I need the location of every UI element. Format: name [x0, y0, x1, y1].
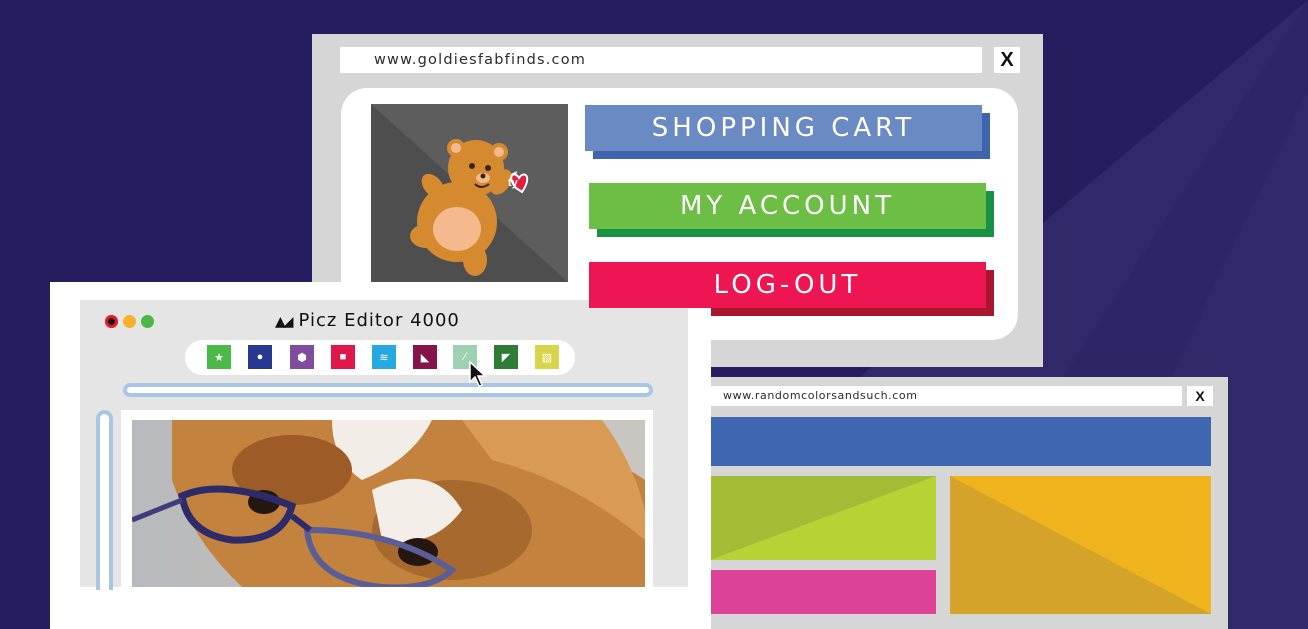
lime-color-block — [710, 476, 936, 560]
my-account-label: MY ACCOUNT — [679, 191, 896, 221]
log-out-label: LOG-OUT — [713, 270, 862, 300]
dog-photo[interactable] — [132, 420, 645, 587]
app-title-text: Picz Editor 4000 — [298, 310, 460, 331]
tool-palette: ★ ● ⬢ ■ ≋ ◣ ⁄ ◤ ▧ — [185, 340, 575, 375]
vertical-scrollbar[interactable] — [96, 410, 113, 590]
shopping-cart-button[interactable]: SHOPPING CART — [585, 105, 990, 159]
pink-color-block — [710, 570, 936, 614]
minimize-dot-icon[interactable] — [123, 315, 136, 328]
circle-tool-icon[interactable]: ● — [248, 345, 272, 369]
my-account-button[interactable]: MY ACCOUNT — [589, 183, 994, 237]
editor-frame: ▲◢ Picz Editor 4000 ★ ● ⬢ ■ ≋ ◣ ⁄ ◤ ▧ — [80, 300, 688, 590]
horizontal-scrollbar[interactable] — [123, 383, 653, 397]
mouse-cursor-icon — [469, 360, 487, 387]
star-tool-icon[interactable]: ★ — [207, 345, 231, 369]
mountain-logo-icon: ▲◢ — [275, 314, 293, 330]
product-image[interactable]: ty — [371, 104, 568, 282]
log-out-button[interactable]: LOG-OUT — [589, 262, 994, 316]
hexagon-tool-icon[interactable]: ⬢ — [290, 345, 314, 369]
shopping-cart-label: SHOPPING CART — [651, 113, 916, 143]
close-button[interactable]: X — [1187, 386, 1213, 406]
yellow-triangle-shade — [950, 476, 1211, 614]
shape-tool-icon[interactable]: ◤ — [494, 345, 518, 369]
close-button[interactable]: X — [994, 47, 1020, 73]
ty-brand-tag: ty — [508, 177, 518, 189]
picz-editor-window: ▲◢ Picz Editor 4000 ★ ● ⬢ ■ ≋ ◣ ⁄ ◤ ▧ — [50, 282, 711, 629]
dog-with-glasses-image — [132, 420, 645, 587]
lime-triangle-shade — [710, 476, 936, 560]
header-color-block — [710, 417, 1211, 466]
layers-tool-icon[interactable]: ≋ — [372, 345, 396, 369]
yellow-color-block — [950, 476, 1211, 614]
address-bar[interactable]: www.goldiesfabfinds.com — [340, 47, 982, 73]
square-tool-icon[interactable]: ■ — [331, 345, 355, 369]
close-dot-icon[interactable] — [105, 315, 118, 328]
teddy-bear-icon — [371, 104, 568, 282]
address-bar[interactable]: www.randomcolorsandsuch.com — [705, 386, 1182, 406]
gradient-tool-icon[interactable]: ▧ — [535, 345, 559, 369]
maximize-dot-icon[interactable] — [141, 315, 154, 328]
arrow-tool-icon[interactable]: ◣ — [413, 345, 437, 369]
colors-browser-window: www.randomcolorsandsuch.com X — [690, 377, 1228, 629]
app-title: ▲◢ Picz Editor 4000 — [275, 309, 460, 333]
